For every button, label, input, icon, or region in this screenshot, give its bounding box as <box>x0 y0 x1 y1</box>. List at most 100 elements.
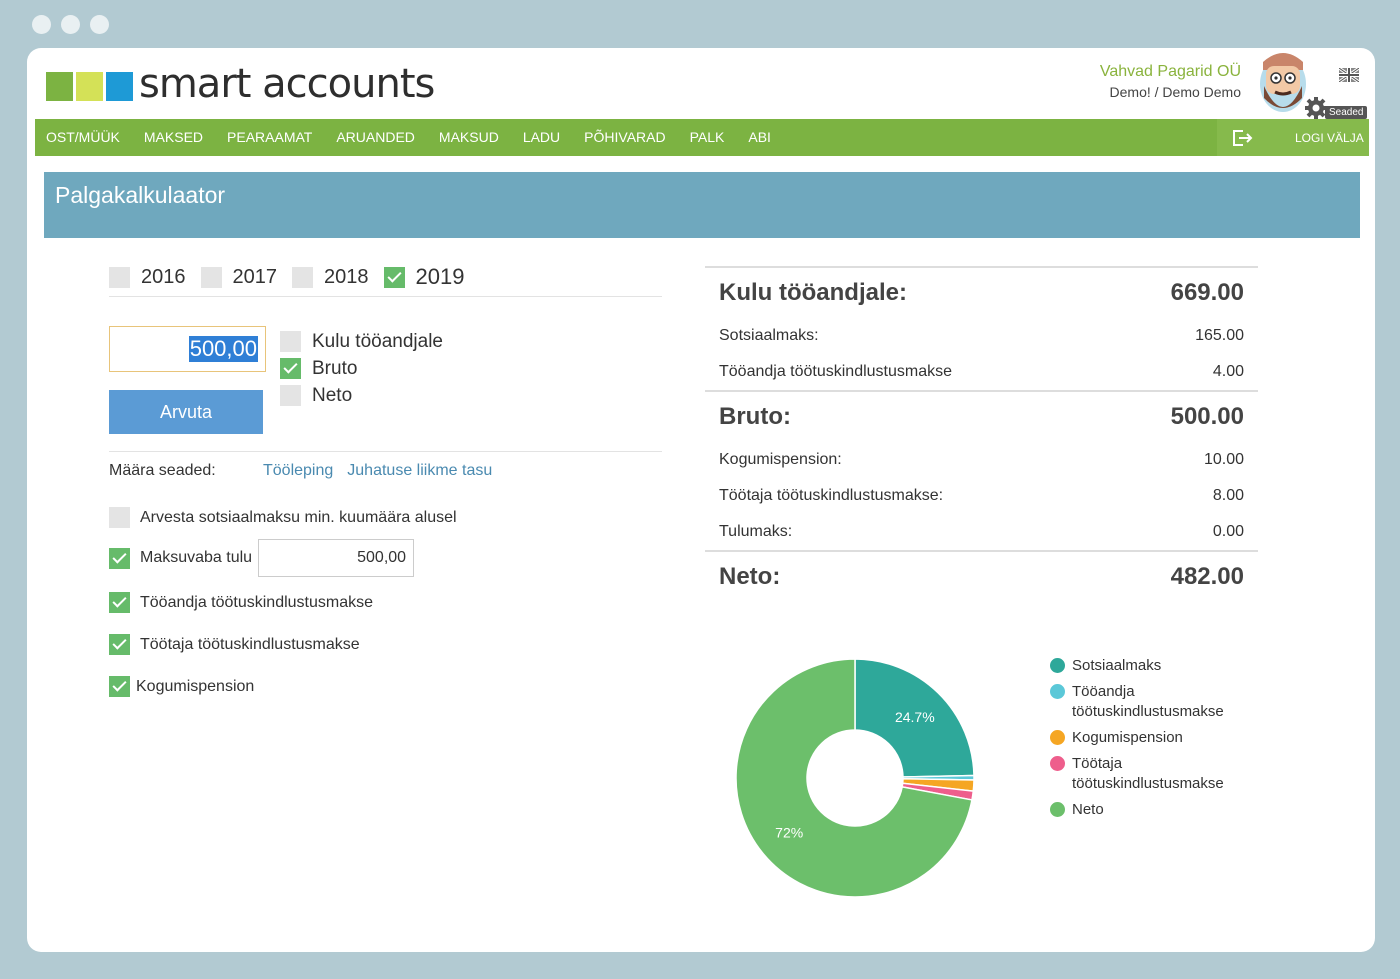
legend-item-2[interactable]: Kogumispension <box>1050 728 1242 748</box>
legend-swatch <box>1050 658 1065 673</box>
app-window: smart accounts Vahvad Pagarid OÜ Demo! /… <box>27 48 1375 952</box>
option-employer-unemployment: Tööandja töötuskindlustusmakse <box>109 592 373 613</box>
user-name: Demo! / Demo Demo <box>1109 84 1241 100</box>
summary-label: Tööandja töötuskindlustusmakse <box>719 363 953 380</box>
nav-item-aruanded[interactable]: ARUANDED <box>324 119 427 156</box>
logout-button[interactable]: LOGI VÄLJA <box>1217 119 1369 156</box>
legend-label: Neto <box>1072 801 1104 818</box>
logo-square-yellow <box>76 71 103 101</box>
page-title-bar: Palgakalkulaator <box>44 172 1360 238</box>
nav-item-abi[interactable]: ABI <box>736 119 783 156</box>
nav-item-pohivarad[interactable]: PÕHIVARAD <box>572 119 677 156</box>
legend-label: Kogumispension <box>1072 729 1183 746</box>
nav-item-ost-myyk[interactable]: OST/MÜÜK <box>35 119 132 156</box>
window-dot-minimize[interactable] <box>61 15 80 34</box>
legend-item-0[interactable]: Sotsiaalmaks <box>1050 656 1242 676</box>
results-summary: Kulu tööandjale: 669.00 Sotsiaalmaks: 16… <box>705 266 1258 602</box>
chart-legend: Sotsiaalmaks Tööandja töötuskindlustusmak… <box>1050 656 1242 826</box>
summary-row-gross: Bruto: 500.00 <box>705 392 1258 442</box>
divider <box>109 451 662 452</box>
logout-icon <box>1233 129 1253 146</box>
legend-swatch <box>1050 802 1065 817</box>
mode-checkbox-employer-cost[interactable] <box>280 331 301 352</box>
option-tax-free: Maksuvaba tulu 500,00 <box>109 539 415 577</box>
mode-label-gross: Bruto <box>312 357 358 379</box>
option-label-pension: Kogumispension <box>136 677 255 695</box>
amount-input-value: 500,00 <box>188 336 258 362</box>
tax-free-amount-input[interactable]: 500,00 <box>258 539 415 577</box>
option-checkbox-employer-unemployment[interactable] <box>109 592 130 613</box>
app-logo[interactable]: smart accounts <box>46 61 435 107</box>
summary-value: 4.00 <box>1212 363 1244 380</box>
option-checkbox-pension[interactable] <box>109 676 130 697</box>
year-checkbox-2016[interactable] <box>109 266 130 288</box>
mode-checkbox-net[interactable] <box>280 385 301 406</box>
preset-link-employment-contract[interactable]: Tööleping <box>263 462 333 480</box>
nav-item-ladu[interactable]: LADU <box>511 119 572 156</box>
year-label-2016: 2016 <box>141 265 186 288</box>
company-name[interactable]: Vahvad Pagarid OÜ <box>1100 63 1241 81</box>
summary-value: 669.00 <box>1170 279 1244 306</box>
logo-square-blue <box>106 71 133 101</box>
summary-label: Bruto: <box>719 403 791 430</box>
summary-value: 165.00 <box>1195 327 1244 344</box>
summary-label: Kulu tööandjale: <box>719 279 907 306</box>
nav-item-maksud[interactable]: MAKSUD <box>427 119 511 156</box>
option-label-employer-unemployment: Tööandja töötuskindlustusmakse <box>140 593 374 611</box>
donut-slice-label-4: 72% <box>775 825 803 841</box>
window-controls <box>32 15 109 34</box>
legend-swatch <box>1050 684 1065 699</box>
summary-label: Töötaja töötuskindlustusmakse: <box>719 487 944 504</box>
year-label-2019: 2019 <box>415 264 465 289</box>
legend-label: Tööandja töötuskindlustusmakse <box>1072 683 1224 720</box>
mode-option-gross: Bruto <box>280 355 443 382</box>
option-pension: Kogumispension <box>109 676 254 697</box>
page-title: Palgakalkulaator <box>55 182 226 208</box>
mode-label-employer-cost: Kulu tööandjale <box>312 330 443 352</box>
legend-swatch <box>1050 756 1065 771</box>
summary-row-income-tax: Tulumaks: 0.00 <box>705 514 1258 550</box>
salary-breakdown-donut-chart: 24.7% 72% <box>735 658 975 898</box>
year-checkbox-2018[interactable] <box>292 266 313 288</box>
window-dot-close[interactable] <box>32 15 51 34</box>
preset-link-board-member-fee[interactable]: Juhatuse liikme tasu <box>347 462 492 480</box>
window-dot-maximize[interactable] <box>90 15 109 34</box>
summary-row-employer-cost: Kulu tööandjale: 669.00 <box>705 268 1258 318</box>
legend-item-1[interactable]: Tööandja töötuskindlustusmakse <box>1050 682 1242 722</box>
legend-item-3[interactable]: Töötaja töötuskindlustusmakse <box>1050 754 1242 794</box>
mode-label-net: Neto <box>312 384 353 406</box>
summary-row-net: Neto: 482.00 <box>705 552 1258 602</box>
logo-text: smart accounts <box>139 61 435 107</box>
nav-item-maksed[interactable]: MAKSED <box>132 119 215 156</box>
summary-row-social-tax: Sotsiaalmaks: 165.00 <box>705 318 1258 354</box>
option-label-social-min: Arvesta sotsiaalmaksu min. kuumäära alus… <box>140 508 457 526</box>
logo-square-green <box>46 71 73 101</box>
nav-item-palk[interactable]: PALK <box>678 119 737 156</box>
option-checkbox-employee-unemployment[interactable] <box>109 634 130 655</box>
year-checkbox-2019[interactable] <box>383 266 405 288</box>
year-checkbox-2017[interactable] <box>200 266 222 288</box>
summary-row-employee-unemployment: Töötaja töötuskindlustusmakse: 8.00 <box>705 478 1258 514</box>
legend-item-4[interactable]: Neto <box>1050 800 1242 820</box>
preset-label: Määra seaded: <box>109 462 216 479</box>
uk-flag-icon[interactable] <box>1339 68 1359 82</box>
summary-value: 10.00 <box>1203 451 1244 468</box>
summary-value: 500.00 <box>1170 403 1244 430</box>
option-label-employee-unemployment: Töötaja töötuskindlustusmakse <box>140 635 360 653</box>
calculate-button[interactable]: Arvuta <box>109 390 263 434</box>
year-selector: 2016 2017 2018 2019 <box>109 264 479 290</box>
summary-label: Kogumispension: <box>719 451 842 468</box>
mode-checkbox-gross[interactable] <box>280 358 301 379</box>
option-label-tax-free: Maksuvaba tulu <box>140 549 253 566</box>
company-info: Vahvad Pagarid OÜ Demo! / Demo Demo <box>1100 63 1241 100</box>
main-nav: OST/MÜÜK MAKSED PEARAAMAT ARUANDED MAKSU… <box>35 119 1369 156</box>
settings-label[interactable]: Seaded <box>1325 106 1368 119</box>
nav-item-pearaamat[interactable]: PEARAAMAT <box>215 119 324 156</box>
legend-swatch <box>1050 730 1065 745</box>
summary-label: Neto: <box>719 563 781 590</box>
mode-option-employer-cost: Kulu tööandjale <box>280 328 443 355</box>
amount-input[interactable]: 500,00 <box>109 326 266 372</box>
summary-label: Sotsiaalmaks: <box>719 327 819 344</box>
option-checkbox-social-min[interactable] <box>109 507 130 528</box>
option-checkbox-tax-free[interactable] <box>109 547 130 569</box>
